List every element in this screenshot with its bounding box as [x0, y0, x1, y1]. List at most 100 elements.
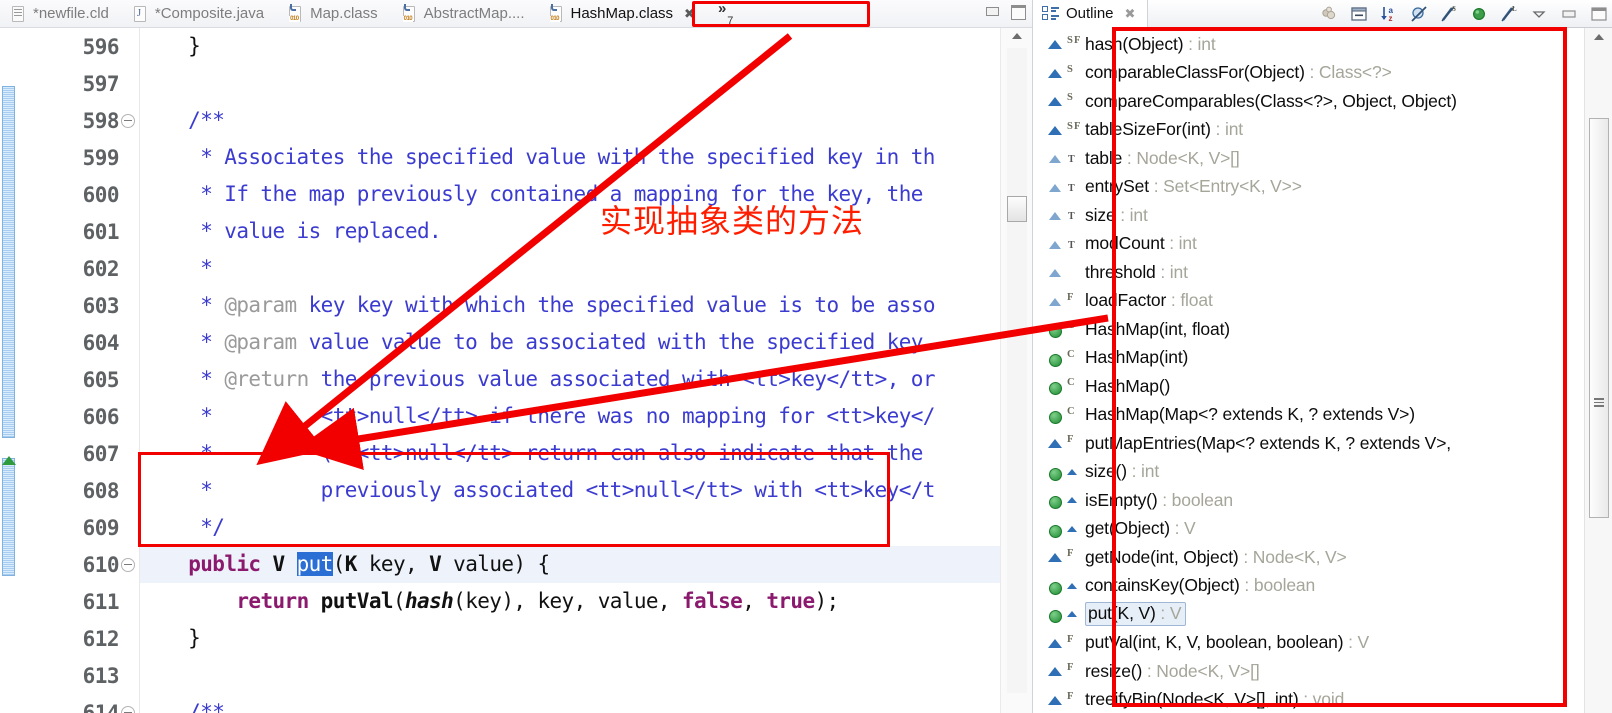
outline-item-9[interactable]: FloadFactor : float [1033, 287, 1585, 316]
editor-scroll-thumb[interactable] [1007, 196, 1027, 222]
outline-vertical-scrollbar[interactable] [1584, 28, 1612, 713]
outline-item-3[interactable]: S F tableSizeFor(int) : int [1033, 116, 1585, 145]
editor-tab-4[interactable]: 010 AbstractMap.... [391, 0, 538, 27]
code-line[interactable]: * Associates the specified value with th… [140, 139, 1000, 176]
maximize-editor-icon[interactable] [1010, 4, 1026, 20]
outline-item-16[interactable]: isEmpty() : boolean [1033, 486, 1585, 515]
outline-item-15[interactable]: size() : int [1033, 458, 1585, 487]
outline-scroll-up-arrow-icon[interactable] [1594, 34, 1604, 40]
outline-item-6[interactable]: Tsize : int [1033, 201, 1585, 230]
outline-item-13[interactable]: C HashMap(Map<? extends K, ? extends V>) [1033, 401, 1585, 430]
code-line[interactable]: /** [140, 102, 1000, 139]
hide-non-public-icon[interactable] [1469, 4, 1489, 24]
outline-item-label: compareComparables(Class<?>, Object, Obj… [1085, 90, 1457, 111]
private-member-icon [1047, 435, 1063, 451]
fold-placeholder [121, 336, 135, 350]
outline-item-18[interactable]: FgetNode(int, Object) : Node<K, V> [1033, 543, 1585, 572]
code-line[interactable]: */ [140, 509, 1000, 546]
default-member-icon [1047, 236, 1063, 252]
outline-entry: compareComparables(Class<?>, Object, Obj… [1085, 91, 1457, 112]
tab-overflow-button[interactable]: » 7 [708, 0, 739, 27]
code-line[interactable]: /** [140, 694, 1000, 713]
collapse-all-icon[interactable] [1349, 4, 1369, 24]
code-line[interactable]: return putVal(hash(key), key, value, fal… [140, 583, 1000, 620]
outline-item-7[interactable]: TmodCount : int [1033, 230, 1585, 259]
outline-close-icon[interactable]: ✖ [1125, 7, 1136, 20]
code-line[interactable]: * (A <tt>null</tt> return can also indic… [140, 435, 1000, 472]
editor-scroll-track[interactable] [1007, 48, 1027, 693]
outline-item-22[interactable]: Fresize() : Node<K, V>[] [1033, 657, 1585, 686]
outline-entry: HashMap(Map<? extends K, ? extends V>) [1085, 404, 1415, 425]
outline-item-label: get(Object) [1085, 518, 1170, 539]
code-token: * [140, 293, 225, 317]
fold-collapse-icon[interactable] [121, 705, 135, 713]
outline-tab-bar: Outline ✖ a z S L [1033, 0, 1612, 28]
modifier-badges: C [1067, 405, 1075, 417]
outline-tree[interactable]: S Fhash(Object) : int ScomparableClassFor(… [1033, 28, 1585, 713]
code-line[interactable]: * If the map previously contained a mapp… [140, 176, 1000, 213]
outline-item-12[interactable]: C HashMap() [1033, 372, 1585, 401]
editor-tab-1[interactable]: *newfile.cld [0, 0, 122, 27]
line-number-row: 613 [16, 657, 139, 694]
editor-tab-3[interactable]: 010 Map.class [277, 0, 391, 27]
code-line[interactable]: * @param value value to be associated wi… [140, 324, 1000, 361]
editor-tab-2[interactable]: J *Composite.java [122, 0, 277, 27]
outline-item-19[interactable]: containsKey(Object) : boolean [1033, 572, 1585, 601]
outline-entry: getNode(int, Object) : Node<K, V> [1085, 547, 1347, 568]
code-line[interactable]: } [140, 28, 1000, 65]
line-number: 598 [82, 108, 120, 133]
code-token: hash [404, 589, 454, 613]
outline-item-14[interactable]: FputMapEntries(Map<? extends K, ? extend… [1033, 429, 1585, 458]
sort-alphabetically-icon[interactable]: a z [1379, 4, 1399, 24]
code-line[interactable]: * [140, 250, 1000, 287]
scroll-up-arrow-icon[interactable] [1012, 33, 1022, 39]
svg-text:z: z [1389, 14, 1393, 23]
modifier-badges: C [1067, 377, 1075, 389]
outline-item-0[interactable]: S F hash(Object) : int [1033, 30, 1585, 59]
code-token: } [140, 626, 201, 650]
code-line[interactable]: * previously associated <tt>null</tt> wi… [140, 472, 1000, 509]
fold-collapse-icon[interactable] [121, 557, 135, 572]
view-menu-icon[interactable] [1529, 4, 1549, 24]
editor-vertical-scrollbar[interactable] [1000, 28, 1032, 713]
hide-local-types-icon[interactable]: L [1499, 4, 1519, 24]
outline-item-17[interactable]: get(Object) : V [1033, 515, 1585, 544]
code-line[interactable]: * <tt>null</tt> if there was no mapping … [140, 398, 1000, 435]
hide-static-icon[interactable]: S [1439, 4, 1459, 24]
outline-item-type: : boolean [1239, 575, 1316, 596]
maximize-view-icon[interactable] [1589, 4, 1609, 24]
outline-item-4[interactable]: Ttable : Node<K, V>[] [1033, 144, 1585, 173]
outline-item-11[interactable]: C HashMap(int) [1033, 344, 1585, 373]
code-line[interactable] [140, 657, 1000, 694]
outline-item-2[interactable]: ScompareComparables(Class<?>, Object, Ob… [1033, 87, 1585, 116]
hide-fields-icon[interactable] [1409, 4, 1429, 24]
minimize-view-icon[interactable] [1559, 4, 1579, 24]
outline-item-10[interactable]: C HashMap(int, float) [1033, 315, 1585, 344]
close-tab-icon[interactable]: ✖ [684, 7, 695, 20]
outline-item-8[interactable]: threshold : int [1033, 258, 1585, 287]
selected-token: put [296, 552, 333, 576]
tab-overflow-chevron-icon: » [717, 0, 727, 17]
outline-item-type: : float [1166, 290, 1213, 311]
outline-scroll-thumb[interactable] [1589, 118, 1609, 518]
outline-item-20[interactable]: put(K, V) : V [1033, 600, 1585, 629]
code-line[interactable]: * @param key key with which the specifie… [140, 287, 1000, 324]
focus-on-active-task-icon[interactable] [1319, 4, 1339, 24]
outline-item-23[interactable]: FtreeifyBin(Node<K, V>[], int) : void [1033, 686, 1585, 713]
editor-tab-5[interactable]: 010 HashMap.class ✖ [538, 0, 708, 27]
outline-item-1[interactable]: ScomparableClassFor(Object) : Class<?> [1033, 59, 1585, 88]
outline-item-5[interactable]: TentrySet : Set<Entry<K, V>> [1033, 173, 1585, 202]
outline-item-21[interactable]: FputVal(int, K, V, boolean, boolean) : V [1033, 629, 1585, 658]
code-line[interactable] [140, 65, 1000, 102]
code-line[interactable]: * value is replaced. [140, 213, 1000, 250]
tab-outline[interactable]: Outline ✖ [1033, 0, 1149, 28]
public-member-icon [1047, 378, 1063, 396]
outline-item-type: : void [1298, 689, 1345, 710]
code-text-area[interactable]: } /** * Associates the specified value w… [140, 28, 1000, 713]
code-line[interactable]: } [140, 620, 1000, 657]
code-line[interactable]: * @return the previous value associated … [140, 361, 1000, 398]
fold-collapse-icon[interactable] [121, 113, 135, 128]
code-line[interactable]: public V put(K key, V value) { [140, 546, 1000, 583]
minimize-editor-icon[interactable] [984, 4, 1000, 18]
